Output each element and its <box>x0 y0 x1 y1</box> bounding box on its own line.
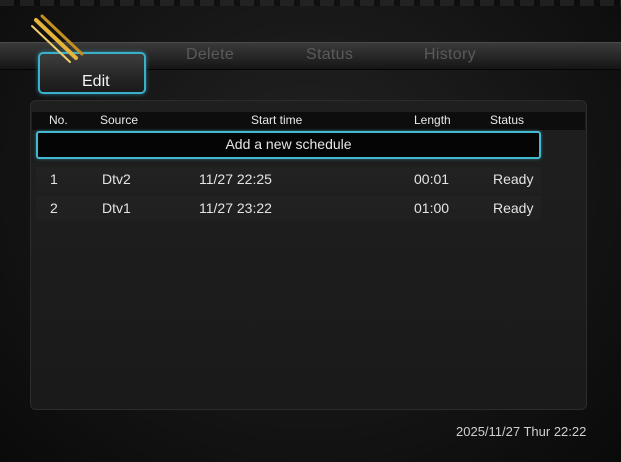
header-no: No. <box>49 113 68 127</box>
add-schedule-row[interactable]: Add a new schedule <box>36 131 541 159</box>
tab-edit-label: Edit <box>82 73 110 90</box>
header-length: Length <box>414 113 451 127</box>
pen-icon <box>31 14 84 63</box>
cell-source: Dtv1 <box>102 200 131 216</box>
cell-no: 1 <box>50 171 58 187</box>
cell-source: Dtv2 <box>102 171 131 187</box>
footer-datetime: 2025/11/27 Thur 22:22 <box>456 424 587 439</box>
header-start-time: Start time <box>251 113 303 127</box>
tab-status[interactable]: Status <box>306 46 353 64</box>
table-row[interactable]: 2 Dtv1 11/27 23:22 01:00 Ready <box>36 196 541 221</box>
header-status: Status <box>490 113 525 127</box>
header-source: Source <box>100 113 139 127</box>
cell-length: 01:00 <box>414 200 450 216</box>
cell-no: 2 <box>50 200 58 216</box>
cell-length: 00:01 <box>414 171 450 187</box>
pvr-schedule-screen: Delete Status History Edit No. Source St… <box>0 0 621 462</box>
add-schedule-label: Add a new schedule <box>225 136 352 152</box>
top-strip <box>0 0 621 6</box>
tab-history[interactable]: History <box>424 46 476 64</box>
tab-delete[interactable]: Delete <box>186 46 234 64</box>
cell-start-time: 11/27 23:22 <box>199 200 272 216</box>
table-row[interactable]: 1 Dtv2 11/27 22:25 00:01 Ready <box>36 167 541 192</box>
cell-status: Ready <box>493 200 534 216</box>
cell-status: Ready <box>493 171 534 187</box>
cell-start-time: 11/27 22:25 <box>199 171 272 187</box>
